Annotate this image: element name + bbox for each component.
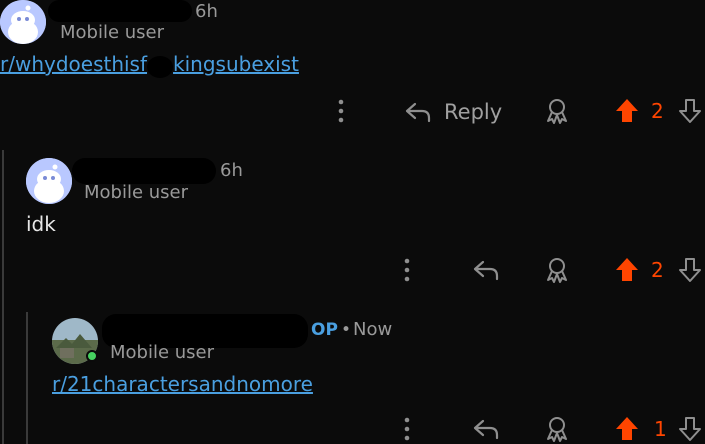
user-flair: Mobile user (84, 182, 189, 203)
more-vertical-icon[interactable] (398, 416, 416, 442)
comment-time: 6h (195, 1, 218, 22)
subreddit-link-start[interactable]: r/whydoesthisf (0, 52, 147, 76)
user-flair: Mobile user (110, 342, 215, 363)
award-icon[interactable] (543, 97, 571, 125)
thread-line[interactable] (26, 312, 28, 444)
award-icon[interactable] (543, 256, 571, 284)
subreddit-link[interactable]: r/whydoesthisf kingsubexist (0, 52, 299, 78)
upvote-icon[interactable] (614, 256, 640, 288)
vote-score: 1 (654, 417, 667, 441)
avatar[interactable] (0, 0, 46, 44)
more-vertical-icon[interactable] (398, 257, 416, 283)
online-indicator (86, 350, 98, 362)
reply-arrow-icon[interactable] (472, 258, 500, 282)
separator-dot: • (341, 320, 352, 340)
user-flair: Mobile user (60, 22, 165, 43)
comment-time: 6h (220, 160, 243, 181)
more-vertical-icon[interactable] (332, 98, 350, 124)
avatar[interactable] (26, 158, 72, 204)
reply-label: Reply (444, 100, 503, 124)
upvote-icon[interactable] (614, 415, 640, 444)
op-badge: OP (311, 320, 338, 340)
vote-score: 2 (651, 258, 664, 282)
award-icon[interactable] (543, 415, 571, 443)
thread-line[interactable] (2, 150, 4, 444)
snoo-icon (26, 158, 72, 204)
downvote-icon[interactable] (677, 97, 703, 129)
reply-button[interactable]: Reply (404, 97, 502, 127)
subreddit-link-end[interactable]: kingsubexist (173, 52, 299, 76)
redacted-username (48, 0, 192, 22)
redacted-username (72, 158, 216, 184)
vote-score: 2 (651, 99, 664, 123)
reply-arrow-icon[interactable] (472, 417, 500, 441)
snoo-icon (0, 0, 46, 44)
upvote-icon[interactable] (614, 97, 640, 129)
subreddit-link[interactable]: r/21charactersandnomore (52, 372, 313, 396)
comment-time: Now (353, 319, 393, 340)
downvote-icon[interactable] (677, 256, 703, 288)
downvote-icon[interactable] (677, 415, 703, 444)
reply-arrow-icon (404, 100, 432, 124)
comment-body: idk (26, 212, 56, 236)
redacted-word (147, 55, 174, 78)
